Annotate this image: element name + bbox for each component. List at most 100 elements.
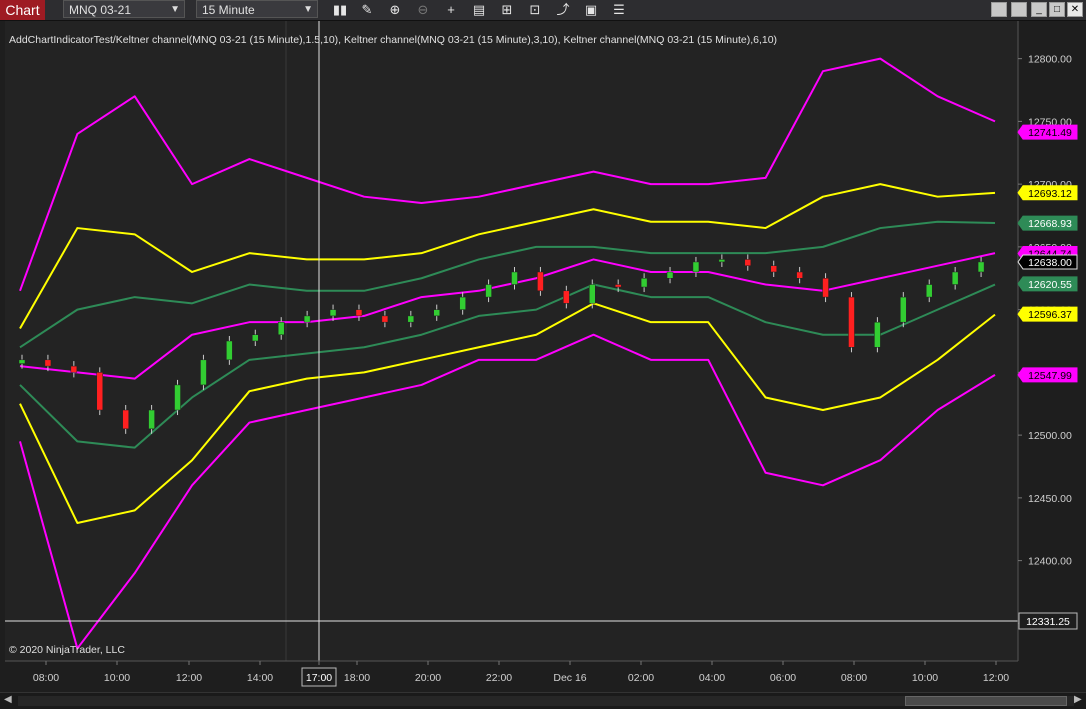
price-chart[interactable]: AddChartIndicatorTest/Keltner channel(MN… — [0, 21, 1086, 691]
indicators-icon[interactable]: ⊡ — [525, 1, 545, 19]
x-tick-label: 10:00 — [912, 672, 938, 684]
candle-body — [200, 359, 207, 386]
candle-body — [900, 296, 907, 323]
candle-body — [329, 309, 337, 317]
candle-body — [770, 265, 777, 273]
svg-text:12638.00: 12638.00 — [1028, 257, 1072, 269]
interval-selector[interactable]: 15 Minute ▼ — [196, 0, 318, 18]
candle-body — [822, 278, 829, 298]
x-tick-label: 20:00 — [415, 672, 441, 684]
x-tick-label: Dec 16 — [553, 672, 586, 684]
candle-body — [277, 321, 285, 335]
crosshair-icon[interactable]: + — [441, 1, 461, 19]
pencil-draw-icon[interactable]: ✎ — [357, 1, 377, 19]
scroll-thumb[interactable] — [905, 696, 1067, 706]
candle-body — [640, 278, 648, 288]
restore-button[interactable] — [1011, 2, 1027, 17]
minimize-button[interactable] — [991, 2, 1007, 17]
chart-trader-icon[interactable]: ⤴ — [553, 1, 573, 19]
x-tick-label: 10:00 — [104, 672, 130, 684]
price-marker: 12596.37 — [1017, 306, 1078, 322]
interval-value: 15 Minute — [202, 3, 255, 17]
x-tick-label: 02:00 — [628, 672, 654, 684]
chevron-down-icon: ▼ — [170, 4, 180, 15]
price-marker: 12741.49 — [1017, 124, 1078, 140]
properties-icon[interactable]: ▣ — [581, 1, 601, 19]
menu-icon[interactable]: ☰ — [609, 1, 629, 19]
candle-body — [744, 259, 752, 266]
chart-area[interactable]: AddChartIndicatorTest/Keltner channel(MN… — [0, 21, 1086, 691]
scroll-left-icon[interactable]: ◀ — [4, 694, 12, 705]
candle-body — [303, 315, 311, 323]
instrument-value: MNQ 03-21 — [69, 3, 132, 17]
candle-body — [537, 271, 544, 292]
copyright-text: © 2020 NinjaTrader, LLC — [9, 644, 125, 656]
candle-body — [174, 384, 181, 411]
candle-body — [96, 372, 104, 411]
candle-body — [433, 309, 440, 317]
candle-body — [226, 340, 233, 361]
y-tick-label: 12800.00 — [1028, 54, 1072, 66]
candle-body — [44, 359, 52, 367]
price-marker: 12638.00 — [1017, 254, 1078, 270]
close-button[interactable]: ✕ — [1067, 2, 1083, 17]
svg-text:12547.99: 12547.99 — [1028, 370, 1072, 382]
x-tick-label: 12:00 — [983, 672, 1009, 684]
candle-body — [666, 271, 674, 279]
candle-body — [18, 359, 26, 364]
crosshair-price-box: 12331.25 — [1018, 612, 1078, 630]
candle-body — [148, 409, 155, 430]
zoom-out-icon[interactable]: ⊖ — [413, 1, 433, 19]
candle-body — [70, 365, 78, 373]
scroll-right-icon[interactable]: ▶ — [1074, 694, 1082, 705]
y-tick-label: 12450.00 — [1028, 493, 1072, 505]
minimize-window-button[interactable]: _ — [1031, 2, 1047, 17]
candle-body — [796, 271, 803, 279]
candle-body — [718, 259, 726, 263]
candle-body — [122, 409, 129, 430]
price-marker: 12693.12 — [1017, 185, 1078, 201]
chevron-down-icon: ▼ — [303, 4, 313, 15]
svg-text:12693.12: 12693.12 — [1028, 188, 1072, 200]
candle-body — [563, 290, 570, 304]
candle-body — [848, 296, 855, 348]
candle-body — [407, 315, 415, 323]
x-tick-label: 22:00 — [486, 672, 512, 684]
horizontal-scrollbar[interactable]: ◀ ▶ — [0, 692, 1086, 709]
maximize-button[interactable]: □ — [1049, 2, 1065, 17]
candle-body — [692, 261, 700, 273]
strategies-icon[interactable]: ⊞ — [497, 1, 517, 19]
svg-text:12668.93: 12668.93 — [1028, 218, 1072, 230]
x-tick-label: 08:00 — [33, 672, 59, 684]
candle-body — [355, 309, 363, 317]
svg-text:12741.49: 12741.49 — [1028, 127, 1072, 139]
x-tick-label: 12:00 — [176, 672, 202, 684]
candle-body — [614, 284, 622, 288]
toolbar: Chart MNQ 03-21 ▼ 15 Minute ▼ ▮▮ ✎ ⊕ ⊖ +… — [0, 0, 1086, 21]
x-tick-label: 14:00 — [247, 672, 273, 684]
y-tick-label: 12400.00 — [1028, 556, 1072, 568]
candle-body — [925, 284, 933, 298]
price-marker: 12620.55 — [1017, 276, 1078, 292]
price-marker: 12547.99 — [1017, 367, 1078, 383]
x-tick-label: 17:00 — [306, 672, 332, 684]
svg-text:12596.37: 12596.37 — [1028, 309, 1072, 321]
x-tick-label: 04:00 — [699, 672, 725, 684]
candle-body — [252, 334, 259, 342]
svg-text:12620.55: 12620.55 — [1028, 279, 1072, 291]
bar-type-icon[interactable]: ▮▮ — [330, 1, 350, 19]
price-marker: 12668.93 — [1017, 215, 1078, 231]
y-tick-label: 12500.00 — [1028, 430, 1072, 442]
candle-body — [589, 284, 596, 304]
instrument-selector[interactable]: MNQ 03-21 ▼ — [63, 0, 185, 18]
candle-body — [951, 271, 959, 285]
data-box-icon[interactable]: ▤ — [469, 1, 489, 19]
zoom-in-icon[interactable]: ⊕ — [385, 1, 405, 19]
candle-body — [977, 261, 985, 273]
x-tick-label: 18:00 — [344, 672, 370, 684]
x-tick-label: 08:00 — [841, 672, 867, 684]
candle-body — [485, 284, 492, 298]
svg-text:12331.25: 12331.25 — [1026, 616, 1070, 628]
app-title: Chart — [0, 0, 45, 20]
candle-body — [381, 315, 389, 323]
